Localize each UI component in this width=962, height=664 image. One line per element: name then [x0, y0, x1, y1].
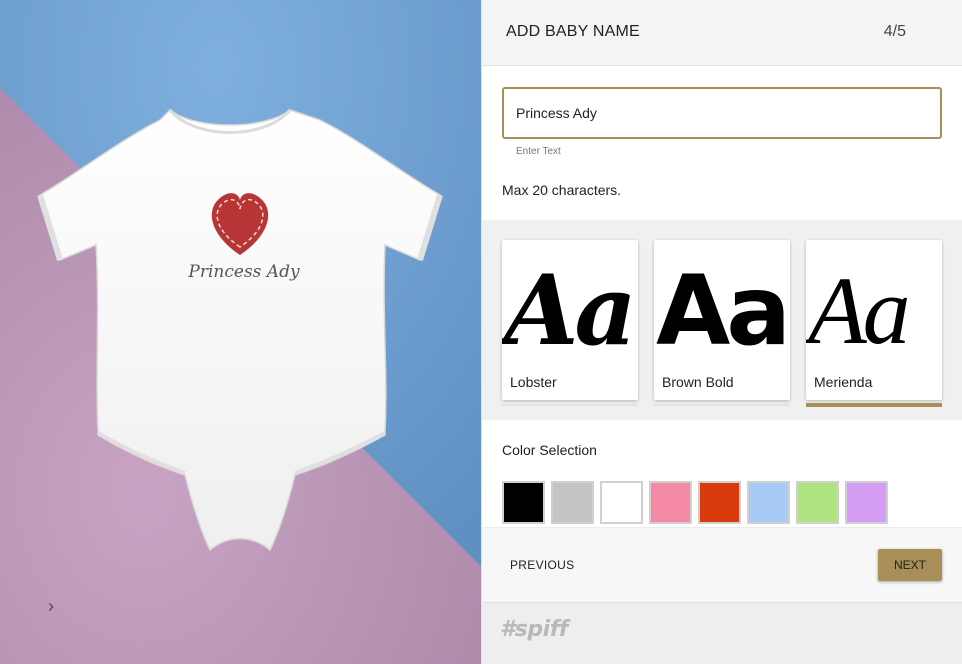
- printed-name: Princess Ady: [187, 262, 300, 282]
- selected-font-indicator: [806, 403, 942, 407]
- color-swatch-green[interactable]: [796, 481, 839, 524]
- font-sample: Aa: [808, 257, 911, 364]
- chevron-right-icon[interactable]: ›: [48, 596, 64, 616]
- panel-header: ADD BABY NAME 4/5: [482, 0, 962, 66]
- font-option-brown-bold[interactable]: Aa Brown Bold: [654, 240, 790, 400]
- font-sample: Aa: [504, 254, 637, 366]
- color-selection-title: Color Selection: [502, 442, 597, 458]
- font-option-merienda[interactable]: Aa Merienda: [806, 240, 942, 400]
- font-name: Merienda: [814, 374, 873, 390]
- next-button[interactable]: NEXT: [878, 549, 942, 581]
- panel-title: ADD BABY NAME: [506, 23, 640, 40]
- navigation-row: PREVIOUS NEXT: [482, 527, 962, 602]
- previous-button[interactable]: PREVIOUS: [510, 558, 574, 572]
- input-hint: Enter Text: [516, 146, 561, 157]
- color-swatch-pink[interactable]: [649, 481, 692, 524]
- max-characters-note: Max 20 characters.: [502, 182, 622, 198]
- font-name: Lobster: [510, 374, 557, 390]
- font-option-lobster[interactable]: Aa Lobster: [502, 240, 638, 400]
- color-swatch-white[interactable]: [600, 481, 643, 524]
- color-swatch-blue[interactable]: [747, 481, 790, 524]
- color-swatch-purple[interactable]: [845, 481, 888, 524]
- font-selection: Aa Lobster Aa Brown Bold Aa Merienda: [482, 220, 962, 420]
- font-sample: Aa: [656, 255, 790, 366]
- customization-panel: ADD BABY NAME 4/5 Enter Text Max 20 char…: [481, 0, 962, 664]
- card-divider: [654, 404, 790, 406]
- card-divider: [502, 404, 638, 406]
- footer: #spiff: [482, 602, 962, 664]
- product-preview: Princess Ady ›: [0, 0, 481, 664]
- color-swatch-red[interactable]: [698, 481, 741, 524]
- font-name: Brown Bold: [662, 374, 734, 390]
- color-swatch-black[interactable]: [502, 481, 545, 524]
- color-swatch-gray[interactable]: [551, 481, 594, 524]
- onesie-image: Princess Ady: [37, 108, 443, 552]
- step-indicator: 4/5: [883, 23, 906, 40]
- baby-name-input[interactable]: [502, 87, 942, 139]
- color-swatches: [502, 480, 942, 524]
- spiff-logo: #spiff: [500, 617, 568, 642]
